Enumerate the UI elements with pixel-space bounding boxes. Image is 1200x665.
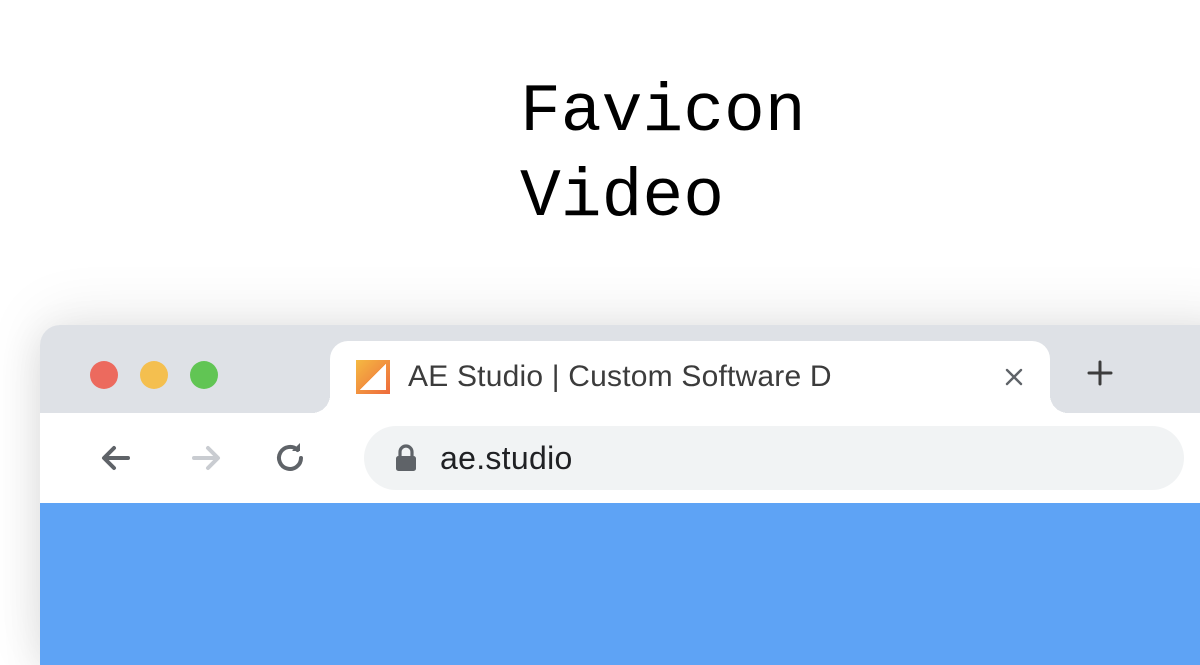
window-controls xyxy=(90,361,218,389)
arrow-right-icon xyxy=(184,438,224,478)
page-content xyxy=(40,503,1200,665)
window-minimize-button[interactable] xyxy=(140,361,168,389)
forward-button[interactable] xyxy=(182,436,226,480)
back-button[interactable] xyxy=(96,436,140,480)
browser-tab[interactable]: AE Studio | Custom Software D xyxy=(330,341,1050,413)
address-bar[interactable]: ae.studio xyxy=(364,426,1184,490)
tab-close-button[interactable] xyxy=(1000,363,1028,391)
browser-titlebar: AE Studio | Custom Software D xyxy=(40,325,1200,413)
reload-icon xyxy=(271,439,309,477)
heading-line-2: Video xyxy=(520,155,806,240)
window-maximize-button[interactable] xyxy=(190,361,218,389)
plus-icon xyxy=(1085,358,1115,388)
window-close-button[interactable] xyxy=(90,361,118,389)
page-heading: Favicon Video xyxy=(520,70,806,240)
new-tab-button[interactable] xyxy=(1080,353,1120,393)
tab-title: AE Studio | Custom Software D xyxy=(408,360,982,394)
lock-icon xyxy=(394,444,418,472)
arrow-left-icon xyxy=(98,438,138,478)
reload-button[interactable] xyxy=(268,436,312,480)
url-text: ae.studio xyxy=(440,440,573,477)
favicon-icon xyxy=(356,360,390,394)
heading-line-1: Favicon xyxy=(520,70,806,155)
browser-toolbar: ae.studio xyxy=(40,413,1200,503)
close-icon xyxy=(1004,367,1024,387)
browser-window: AE Studio | Custom Software D xyxy=(40,325,1200,665)
